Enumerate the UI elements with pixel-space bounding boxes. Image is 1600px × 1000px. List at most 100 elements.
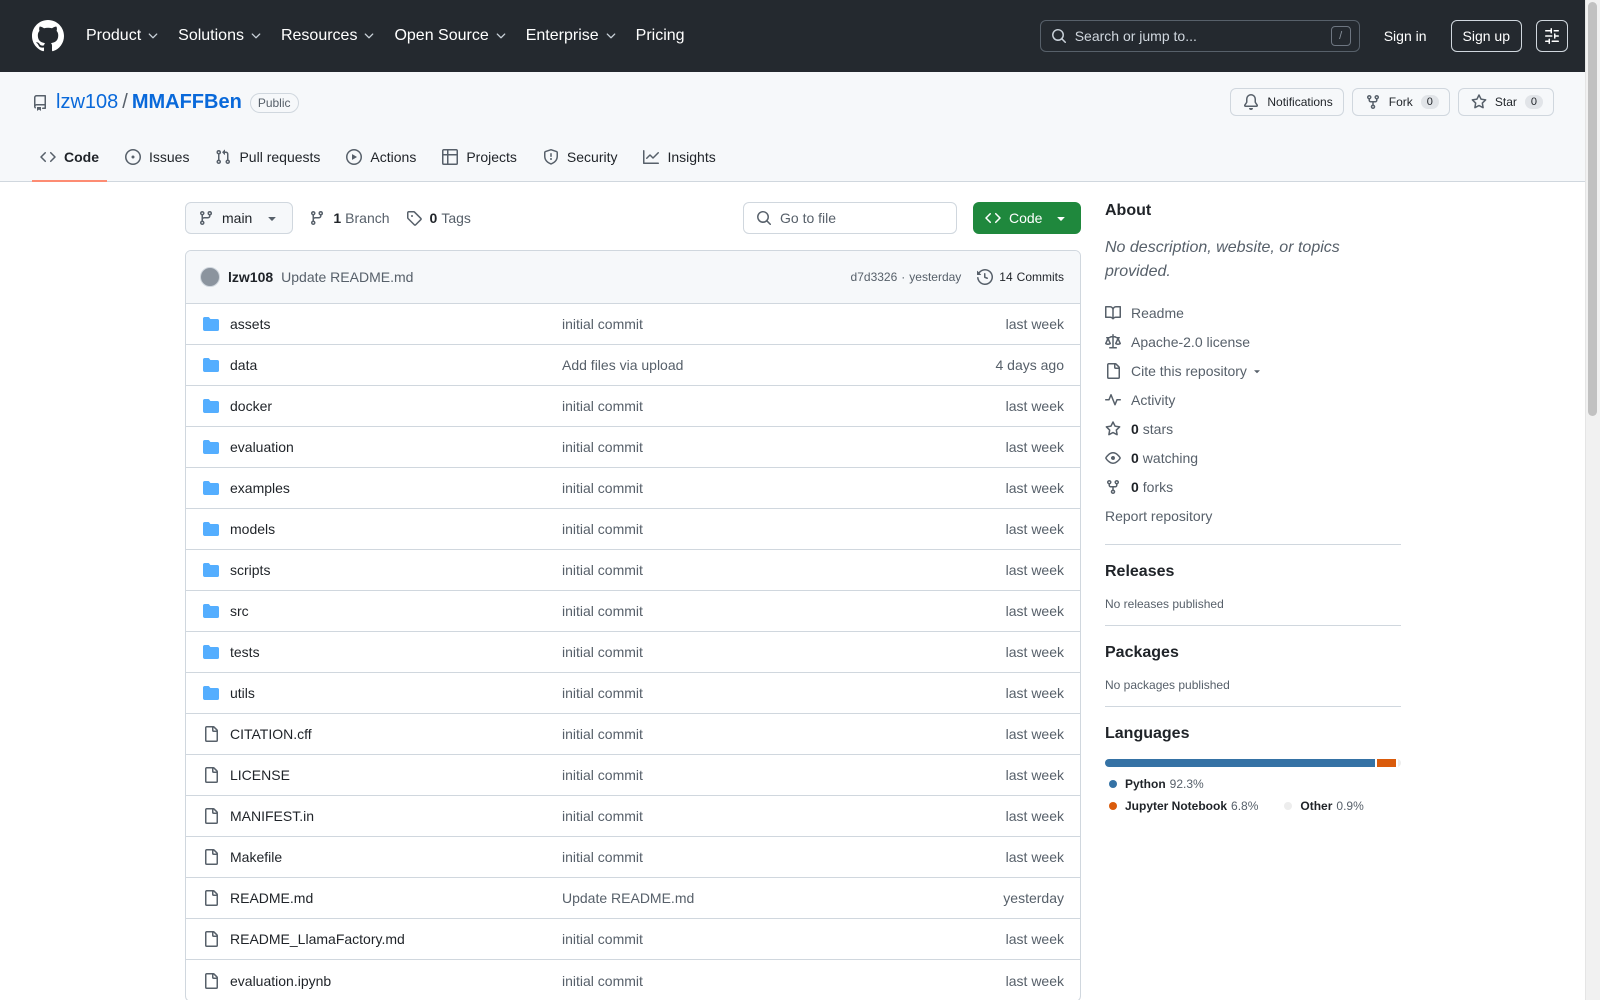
commit-hash-link[interactable]: d7d3326	[851, 270, 898, 284]
menu-button[interactable]	[1536, 20, 1568, 52]
go-to-file-input[interactable]: Go to file	[743, 202, 957, 234]
commit-message-link[interactable]: initial commit	[562, 644, 1006, 660]
commit-message-link[interactable]: initial commit	[562, 562, 1006, 578]
nav-item-open-source[interactable]: Open Source	[394, 27, 507, 45]
avatar[interactable]	[200, 267, 220, 287]
folder-name-link[interactable]: scripts	[230, 562, 562, 578]
table-row[interactable]: examples initial commit last week	[186, 468, 1080, 509]
repo-name-link[interactable]: MMAFFBen	[132, 91, 242, 114]
tab-actions[interactable]: Actions	[338, 134, 424, 182]
table-row[interactable]: utils initial commit last week	[186, 673, 1080, 714]
license-link[interactable]: Apache-2.0 license	[1105, 327, 1401, 356]
table-row[interactable]: models initial commit last week	[186, 509, 1080, 550]
star-button[interactable]: Star 0	[1457, 88, 1554, 116]
language-item[interactable]: Jupyter Notebook 6.8%	[1107, 799, 1258, 813]
nav-item-pricing[interactable]: Pricing	[636, 27, 685, 45]
readme-link[interactable]: Readme	[1105, 298, 1401, 327]
tab-security[interactable]: Security	[535, 134, 626, 182]
code-dropdown-button[interactable]: Code	[973, 202, 1081, 234]
commit-message-link[interactable]: initial commit	[562, 480, 1006, 496]
commit-message-link[interactable]: Add files via upload	[562, 357, 996, 373]
table-row[interactable]: LICENSE initial commit last week	[186, 755, 1080, 796]
packages-heading[interactable]: Packages	[1105, 644, 1401, 662]
activity-link[interactable]: Activity	[1105, 385, 1401, 414]
branches-link[interactable]: 1 Branch	[309, 210, 390, 226]
file-name-link[interactable]: evaluation.ipynb	[230, 973, 562, 989]
table-row[interactable]: evaluation initial commit last week	[186, 427, 1080, 468]
file-name-link[interactable]: Makefile	[230, 849, 562, 865]
report-repository-link[interactable]: Report repository	[1105, 501, 1401, 530]
folder-name-link[interactable]: src	[230, 603, 562, 619]
file-name-link[interactable]: MANIFEST.in	[230, 808, 562, 824]
language-item[interactable]: Other 0.9%	[1282, 799, 1364, 813]
table-row[interactable]: data Add files via upload 4 days ago	[186, 345, 1080, 386]
tab-insights[interactable]: Insights	[635, 134, 723, 182]
folder-name-link[interactable]: docker	[230, 398, 562, 414]
releases-heading[interactable]: Releases	[1105, 563, 1401, 581]
nav-item-enterprise[interactable]: Enterprise	[526, 27, 618, 45]
fork-button[interactable]: Fork 0	[1351, 88, 1450, 116]
folder-name-link[interactable]: tests	[230, 644, 562, 660]
file-name-link[interactable]: README_LlamaFactory.md	[230, 931, 562, 947]
commit-message-link[interactable]: initial commit	[562, 973, 1006, 989]
commit-message-link[interactable]: initial commit	[562, 521, 1006, 537]
table-row[interactable]: README_LlamaFactory.md initial commit last…	[186, 919, 1080, 960]
table-row[interactable]: MANIFEST.in initial commit last week	[186, 796, 1080, 837]
forks-link[interactable]: 0 forks	[1105, 472, 1401, 501]
sign-in-link[interactable]: Sign in	[1384, 28, 1427, 44]
table-row[interactable]: evaluation.ipynb initial commit last week	[186, 960, 1080, 1000]
folder-name-link[interactable]: evaluation	[230, 439, 562, 455]
commit-author-link[interactable]: lzw108	[228, 269, 273, 285]
file-name-link[interactable]: CITATION.cff	[230, 726, 562, 742]
commit-message-link[interactable]: initial commit	[562, 439, 1006, 455]
table-row[interactable]: scripts initial commit last week	[186, 550, 1080, 591]
page-scrollbar[interactable]	[1585, 0, 1600, 1000]
table-row[interactable]: assets initial commit last week	[186, 304, 1080, 345]
sign-up-button[interactable]: Sign up	[1450, 20, 1522, 52]
commit-message-link[interactable]: initial commit	[562, 398, 1006, 414]
table-row[interactable]: Makefile initial commit last week	[186, 837, 1080, 878]
commit-message-link[interactable]: initial commit	[562, 808, 1006, 824]
nav-item-product[interactable]: Product	[86, 27, 160, 45]
tab-code[interactable]: Code	[32, 134, 107, 182]
table-row[interactable]: CITATION.cff initial commit last week	[186, 714, 1080, 755]
tab-pull-requests[interactable]: Pull requests	[207, 134, 328, 182]
github-logo-icon[interactable]	[32, 20, 64, 52]
scrollbar-thumb[interactable]	[1588, 2, 1597, 416]
commits-history-link[interactable]: 14 Commits	[977, 269, 1064, 285]
tab-projects[interactable]: Projects	[434, 134, 525, 182]
table-row[interactable]: README.md Update README.md yesterday	[186, 878, 1080, 919]
watchers-link[interactable]: 0 watching	[1105, 443, 1401, 472]
file-name-link[interactable]: README.md	[230, 890, 562, 906]
table-row[interactable]: src initial commit last week	[186, 591, 1080, 632]
global-search-input[interactable]: Search or jump to... /	[1039, 20, 1360, 52]
folder-name-link[interactable]: assets	[230, 316, 562, 332]
language-item[interactable]: Python 92.3%	[1107, 777, 1204, 791]
folder-name-link[interactable]: utils	[230, 685, 562, 701]
nav-item-solutions[interactable]: Solutions	[178, 27, 263, 45]
commit-message-link[interactable]: Update README.md	[562, 890, 1003, 906]
commit-message-link[interactable]: initial commit	[562, 849, 1006, 865]
tags-link[interactable]: 0 Tags	[406, 210, 471, 226]
commit-message-link[interactable]: initial commit	[562, 767, 1006, 783]
cite-repository-link[interactable]: Cite this repository	[1105, 356, 1401, 385]
notifications-button[interactable]: Notifications	[1230, 88, 1344, 116]
search-icon	[1051, 29, 1066, 44]
repo-owner-link[interactable]: lzw108	[56, 91, 118, 114]
branch-selector[interactable]: main	[185, 202, 294, 234]
folder-name-link[interactable]: examples	[230, 480, 562, 496]
folder-name-link[interactable]: data	[230, 357, 562, 373]
stars-link[interactable]: 0 stars	[1105, 414, 1401, 443]
table-row[interactable]: tests initial commit last week	[186, 632, 1080, 673]
commit-message-link[interactable]: initial commit	[562, 685, 1006, 701]
commit-message-link[interactable]: initial commit	[562, 603, 1006, 619]
commit-message-link[interactable]: Update README.md	[281, 269, 413, 285]
commit-message-link[interactable]: initial commit	[562, 316, 1006, 332]
folder-name-link[interactable]: models	[230, 521, 562, 537]
tab-issues[interactable]: Issues	[117, 134, 197, 182]
commit-message-link[interactable]: initial commit	[562, 931, 1006, 947]
file-name-link[interactable]: LICENSE	[230, 767, 562, 783]
nav-item-resources[interactable]: Resources	[281, 27, 376, 45]
table-row[interactable]: docker initial commit last week	[186, 386, 1080, 427]
commit-message-link[interactable]: initial commit	[562, 726, 1006, 742]
